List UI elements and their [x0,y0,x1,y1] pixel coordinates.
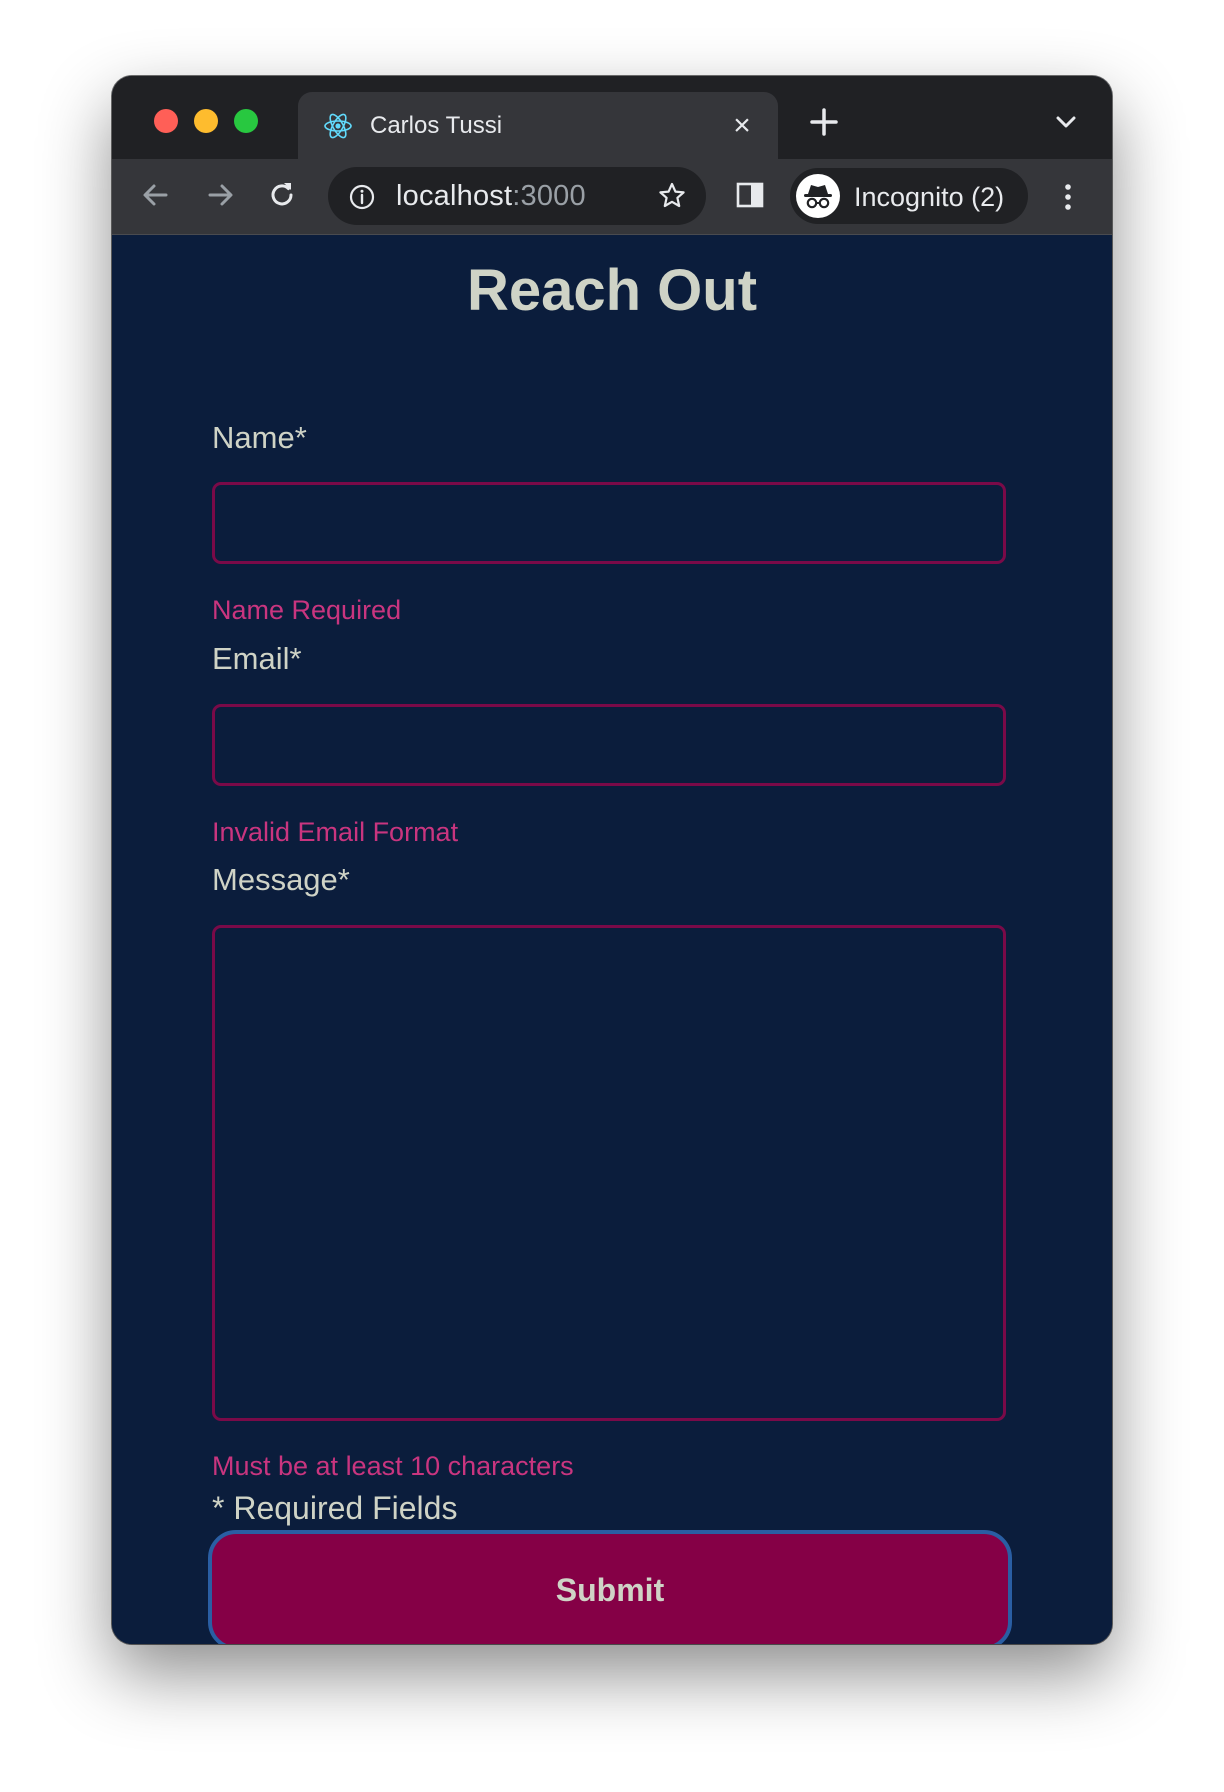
message-textarea[interactable] [212,925,1006,1421]
message-label: Message* [212,862,350,897]
kebab-menu-icon[interactable] [1058,179,1078,215]
browser-toolbar: localhost:3000 Incognito (2) [112,159,1112,235]
incognito-avatar [796,174,840,218]
required-fields-note: * Required Fields [212,1490,458,1526]
react-logo-icon [324,113,352,139]
close-window-button[interactable] [154,109,178,133]
plus-icon[interactable] [804,102,844,142]
url-text: localhost:3000 [396,181,586,211]
chevron-down-icon[interactable] [1052,108,1080,136]
side-panel-icon[interactable] [734,179,766,211]
email-label: Email* [212,641,302,676]
close-tab-icon[interactable]: × [728,111,756,141]
reload-icon[interactable] [264,177,300,213]
email-input[interactable] [212,704,1006,786]
info-icon[interactable] [348,183,376,211]
star-icon[interactable] [656,180,688,212]
incognito-icon [804,185,832,209]
browser-window: Carlos Tussi × localhost:3000 Incognito … [112,76,1112,1644]
back-arrow-icon[interactable] [138,177,174,213]
url-port: :3000 [512,180,586,212]
name-input[interactable] [212,482,1006,564]
forward-arrow-icon[interactable] [202,177,238,213]
email-error: Invalid Email Format [212,817,459,847]
page-content: Reach Out Name* Name Required Email* Inv… [112,235,1112,1644]
browser-tab[interactable]: Carlos Tussi × [298,92,778,159]
name-error: Name Required [212,595,402,625]
minimize-window-button[interactable] [194,109,218,133]
message-error: Must be at least 10 characters [212,1451,574,1481]
tab-title: Carlos Tussi [370,112,503,139]
maximize-window-button[interactable] [234,109,258,133]
incognito-label: Incognito (2) [854,182,1005,212]
page-title: Reach Out [466,258,758,323]
name-label: Name* [212,420,307,455]
incognito-profile-button[interactable]: Incognito (2) [790,168,1028,224]
submit-button[interactable]: Submit [208,1530,1012,1644]
url-host: localhost [396,180,513,212]
tab-strip: Carlos Tussi × [112,76,1112,159]
address-bar[interactable]: localhost:3000 [328,167,706,225]
